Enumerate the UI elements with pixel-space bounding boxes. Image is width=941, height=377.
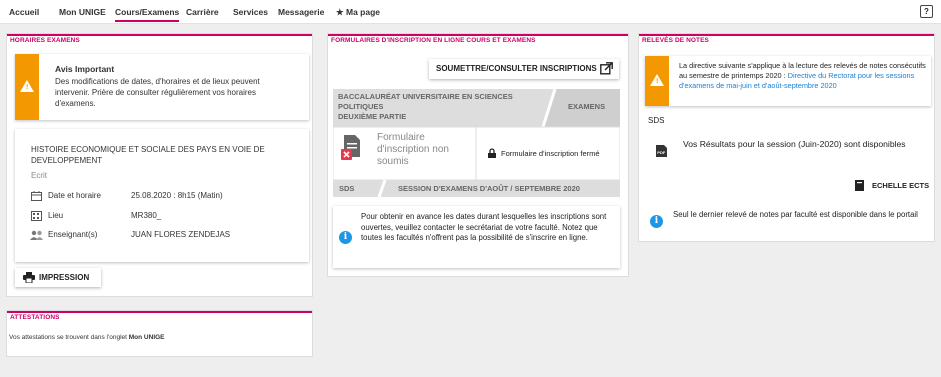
releves-warning: ! La directive suivante s'applique à la … <box>645 56 931 106</box>
book-icon <box>855 180 864 191</box>
program-sds-label: SDS <box>339 184 355 193</box>
submit-inscriptions-label: SOUMETTRE/CONSULTER INSCRIPTIONS <box>436 64 597 73</box>
course-title: HISTOIRE ECONOMIQUE ET SOCIALE DES PAYS … <box>31 145 265 165</box>
pdf-icon[interactable]: PDF <box>656 145 667 157</box>
formulaires-info-card: i Pour obtenir en avance les dates duran… <box>333 206 620 268</box>
help-button[interactable]: ? <box>920 5 933 18</box>
nav-messagerie[interactable]: Messagerie <box>278 7 324 17</box>
star-icon: ★ <box>336 7 344 17</box>
nav-ma-page[interactable]: ★ Ma page <box>336 7 380 18</box>
horaires-title: HORAIRES EXAMENS <box>7 34 312 45</box>
print-button[interactable]: IMPRESSION <box>15 268 101 287</box>
nav-mon-unige[interactable]: Mon UNIGE <box>59 7 106 17</box>
warning-title: Avis Important <box>55 64 115 74</box>
teacher-value: JUAN FLORES ZENDEJAS <box>131 230 231 239</box>
program-line3: DEUXIÈME PARTIE <box>338 112 407 121</box>
nav-carriere[interactable]: Carrière <box>186 7 219 17</box>
form-closed-label: Formulaire d'inscription fermé <box>501 149 600 158</box>
horaires-panel: HORAIRES EXAMENS ! Avis Important Des mo… <box>6 33 313 297</box>
date-value: 25.08.2020 : 8h15 (Matin) <box>131 191 223 200</box>
exams-label: EXAMENS <box>568 102 606 111</box>
people-icon <box>30 230 43 240</box>
lieu-value: MR380_ <box>131 211 162 220</box>
session-label: SESSION D'EXAMENS D'AOÛT / SEPTEMBRE 202… <box>398 184 580 193</box>
program-line2: POLITIQUES <box>338 102 384 111</box>
form-status-line1: Formulaire <box>377 132 425 143</box>
external-link-icon <box>600 62 613 75</box>
lock-icon <box>488 148 496 158</box>
warning-icon: ! <box>15 54 39 120</box>
attestations-text: Vos attestations se trouvent dans l'ongl… <box>9 334 165 341</box>
nav-services[interactable]: Services <box>233 7 268 17</box>
attestations-text-main: Vos attestations se trouvent dans l'ongl… <box>9 334 129 341</box>
attestations-panel: ATTESTATIONS Vos attestations se trouven… <box>6 310 313 357</box>
lieu-label: Lieu <box>48 211 64 220</box>
top-navigation: Accueil Mon UNIGE Cours/Examens Carrière… <box>0 0 941 24</box>
releves-warning-icon: ! <box>645 56 669 106</box>
warning-text: Des modifications de dates, d'horaires e… <box>55 77 260 108</box>
important-warning: ! Avis Important Des modifications de da… <box>15 54 309 120</box>
program-block: BACCALAURÉAT UNIVERSITAIRE EN SCIENCES P… <box>333 89 620 199</box>
formulaires-panel: FORMULAIRES D'INSCRIPTION EN LIGNE COURS… <box>327 33 629 277</box>
releves-panel: RELEVÉS DE NOTES ! La directive suivante… <box>638 33 935 242</box>
nav-cours-examens[interactable]: Cours/Examens <box>115 7 180 22</box>
attestations-link[interactable]: Mon UNIGE <box>129 334 165 341</box>
date-label: Date et horaire <box>48 191 101 200</box>
form-not-submitted-icon <box>341 135 360 160</box>
formulaires-info-text: Pour obtenir en avance les dates durant … <box>361 212 607 242</box>
formulaires-title: FORMULAIRES D'INSCRIPTION EN LIGNE COURS… <box>328 34 628 45</box>
pdf-icon-text: PDF <box>657 150 666 155</box>
releves-sds-label: SDS <box>648 116 665 125</box>
form-status-line3: soumis <box>377 156 409 167</box>
releves-warning-text: La directive suivante s'applique à la le… <box>679 61 927 91</box>
printer-icon <box>23 272 35 283</box>
form-status-line2: d'inscription non <box>377 144 449 155</box>
teacher-label: Enseignant(s) <box>48 230 98 239</box>
nav-accueil[interactable]: Accueil <box>9 7 39 17</box>
submit-inscriptions-button[interactable]: SOUMETTRE/CONSULTER INSCRIPTIONS <box>429 59 619 79</box>
ects-link[interactable]: ECHELLE ECTS <box>872 181 929 190</box>
nav-ma-page-label: Ma page <box>346 7 381 17</box>
releves-title: RELEVÉS DE NOTES <box>639 34 934 45</box>
exam-card: HISTOIRE ECONOMIQUE ET SOCIALE DES PAYS … <box>15 129 309 262</box>
program-line1: BACCALAURÉAT UNIVERSITAIRE EN SCIENCES <box>338 92 513 101</box>
calendar-icon <box>31 191 42 201</box>
releves-info-icon: i <box>650 215 663 228</box>
course-type: Ecrit <box>31 171 47 180</box>
attestations-title: ATTESTATIONS <box>7 311 312 322</box>
info-icon: i <box>339 231 352 244</box>
results-text[interactable]: Vos Résultats pour la session (Juin-2020… <box>683 138 913 150</box>
print-label: IMPRESSION <box>39 273 90 282</box>
building-icon <box>31 211 42 221</box>
releves-info-text: Seul le dernier relevé de notes par facu… <box>673 210 918 219</box>
